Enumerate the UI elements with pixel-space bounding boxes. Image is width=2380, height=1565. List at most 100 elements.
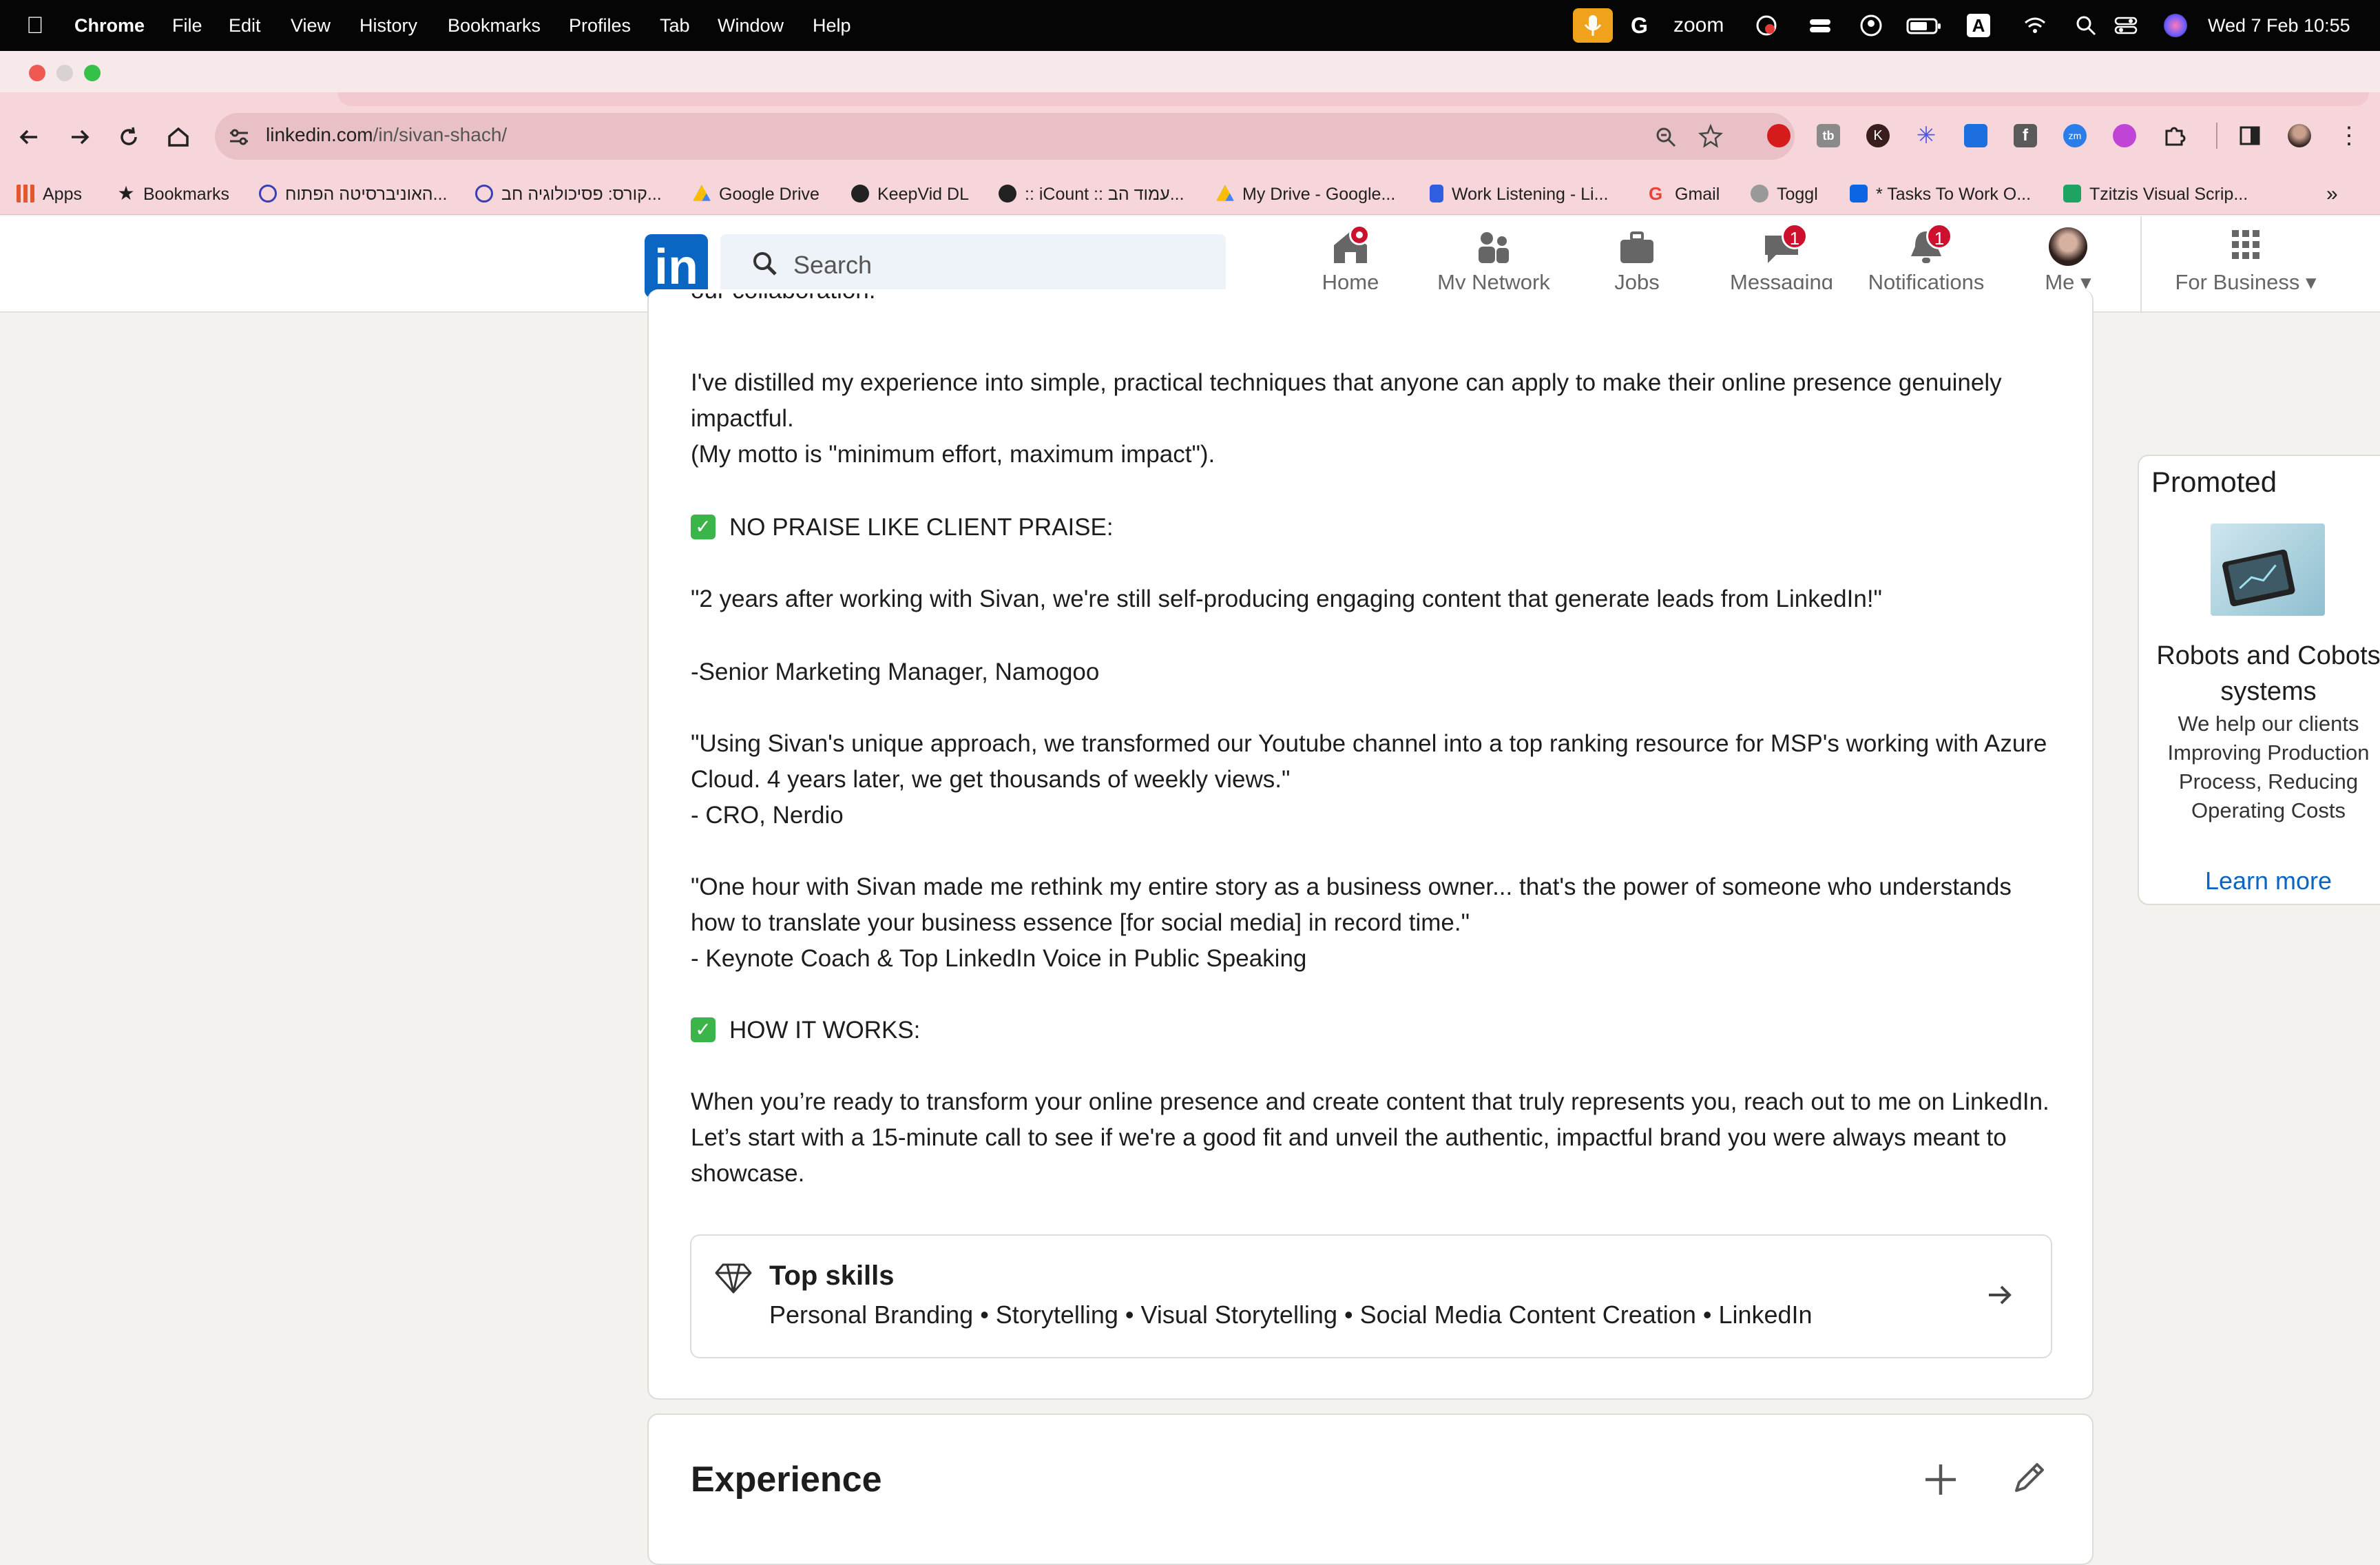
globe-icon [999, 185, 1016, 203]
diamond-icon [715, 1262, 752, 1295]
close-window-button[interactable] [29, 65, 45, 81]
bookmark-toggl[interactable]: Toggl [1751, 174, 1818, 215]
profile-avatar[interactable] [2288, 124, 2311, 147]
menu-edit[interactable]: Edit [229, 0, 261, 51]
menu-clock[interactable]: Wed 7 Feb 10:55 [2208, 0, 2350, 51]
menu-extra-icon[interactable] [1808, 14, 1832, 37]
heading-text: NO PRAISE LIKE CLIENT PRAISE: [729, 514, 1114, 541]
nav-divider [2140, 216, 2142, 313]
bookmarks-overflow-icon[interactable]: » [2326, 174, 2338, 215]
grammarly-icon[interactable]: G [1631, 14, 1654, 37]
menu-tab[interactable]: Tab [660, 0, 690, 51]
top-skills-list: Personal Branding • Storytelling • Visua… [769, 1300, 1813, 1329]
zoom-status-label[interactable]: zoom [1673, 0, 1724, 51]
bookmark-label: Bookmarks [143, 185, 230, 204]
zoom-extension-icon[interactable]: zm [2063, 124, 2087, 147]
nav-home[interactable]: Home [1278, 225, 1423, 295]
bookmark-label: Toggl [1777, 185, 1818, 204]
learn-more-link[interactable]: Learn more [2151, 867, 2380, 895]
bookmark-keepvid[interactable]: KeepVid DL [851, 174, 969, 215]
home-icon[interactable] [164, 123, 193, 152]
tb-extension-icon[interactable]: tb [1817, 124, 1840, 147]
bookmark-my-drive[interactable]: My Drive - Google... [1216, 174, 1395, 215]
top-skills-box[interactable] [690, 1234, 2052, 1358]
k-extension-icon[interactable]: K [1866, 124, 1890, 147]
nav-jobs[interactable]: Jobs [1565, 227, 1709, 295]
bookmark-bookmarks[interactable]: ★ Bookmarks [117, 174, 229, 215]
ad-title[interactable]: Robots and Cobots systems [2151, 638, 2380, 709]
battery-icon[interactable] [1906, 14, 1942, 37]
spotlight-search-icon[interactable] [2074, 14, 2098, 37]
menu-profiles[interactable]: Profiles [569, 0, 631, 51]
site-settings-icon[interactable] [227, 125, 251, 149]
nav-for-business[interactable]: For Business ▾ [2153, 227, 2339, 295]
extensions-puzzle-icon[interactable] [2162, 124, 2186, 147]
add-experience-button[interactable] [1921, 1460, 1960, 1499]
drive-icon [1216, 185, 1234, 201]
star-icon: ★ [117, 183, 135, 205]
back-icon[interactable] [15, 123, 44, 152]
microphone-icon[interactable] [1573, 8, 1613, 43]
menu-bookmarks[interactable]: Bookmarks [448, 0, 541, 51]
bookmark-star-icon[interactable] [1698, 123, 1724, 149]
chrome-menu-icon[interactable]: ⋮ [2337, 124, 2361, 147]
bookmark-openu-1[interactable]: האוניברסיטה הפתוח... [259, 174, 447, 215]
people-icon [1472, 227, 1516, 266]
menu-window[interactable]: Window [718, 0, 784, 51]
wifi-icon[interactable] [2023, 14, 2047, 37]
user-account-icon[interactable] [1859, 14, 1883, 37]
siri-icon[interactable] [2164, 14, 2187, 37]
menu-file[interactable]: File [172, 0, 202, 51]
screen-mirroring-icon[interactable] [1755, 14, 1778, 37]
home-icon [1328, 225, 1372, 266]
nav-my-network[interactable]: My Network [1421, 227, 1566, 295]
sparkle-extension-icon[interactable]: ✳ [1914, 124, 1938, 147]
reload-icon[interactable] [114, 123, 143, 152]
about-motto: (My motto is "minimum effort, maximum im… [691, 441, 1215, 468]
about-heading-praise: ✓ NO PRAISE LIKE CLIENT PRAISE: [691, 510, 2061, 546]
minimize-window-button[interactable] [56, 65, 73, 81]
url-text[interactable]: linkedin.com/in/sivan-shach/ [266, 124, 507, 146]
menu-app-name[interactable]: Chrome [74, 0, 145, 51]
bookmark-apps[interactable]: Apps [17, 174, 82, 215]
video-extension-icon[interactable] [1964, 124, 1987, 147]
fullscreen-window-button[interactable] [84, 65, 101, 81]
bookmark-label: Work Listening - Li... [1452, 185, 1609, 204]
about-cut-line: our collaboration. [691, 293, 2061, 310]
bookmark-gmail[interactable]: G Gmail [1649, 174, 1720, 215]
zoom-magnifier-icon[interactable] [1654, 125, 1678, 149]
nav-me[interactable]: Me ▾ [2003, 227, 2133, 295]
arrow-right-icon[interactable] [1983, 1278, 2016, 1312]
bookmark-openu-2[interactable]: קורס: פסיכולוגיה חב... [475, 174, 662, 215]
bookmark-icount[interactable]: :: iCount :: עמוד הב... [999, 174, 1184, 215]
edit-experience-button[interactable] [2010, 1459, 2048, 1497]
menu-history[interactable]: History [359, 0, 417, 51]
nav-messaging[interactable]: 1 Messaging [1709, 223, 1854, 295]
apple-icon[interactable]:  [26, 0, 44, 51]
opera-extension-icon[interactable] [1767, 124, 1791, 147]
ad-description: We help our clients Improving Production… [2167, 712, 2370, 822]
chevron-down-icon: ▾ [2305, 270, 2317, 294]
menu-view[interactable]: View [291, 0, 331, 51]
facebook-extension-icon[interactable]: f [2014, 124, 2037, 147]
linkedin-logo[interactable]: in [645, 234, 708, 298]
bookmark-tzitzis[interactable]: Tzitzis Visual Scrip... [2063, 174, 2248, 215]
bookmark-work-listening[interactable]: Work Listening - Li... [1430, 174, 1608, 215]
control-center-icon[interactable] [2114, 14, 2138, 37]
notification-dot [1349, 225, 1370, 245]
side-panel-icon[interactable] [2238, 124, 2262, 147]
nav-notifications[interactable]: 1 Notifications [1854, 223, 1998, 295]
forward-icon[interactable] [65, 123, 94, 152]
bookmark-label: My Drive - Google... [1242, 185, 1396, 204]
toggl-icon [1751, 185, 1768, 203]
testimonial-2: "Using Sivan's unique approach, we trans… [691, 730, 2047, 793]
bookmark-trello[interactable]: * Tasks To Work O... [1850, 174, 2031, 215]
input-source-indicator[interactable]: A [1967, 14, 1990, 37]
search-icon [751, 249, 780, 278]
bookmark-google-drive[interactable]: Google Drive [693, 174, 820, 215]
menu-help[interactable]: Help [813, 0, 851, 51]
heading-text: HOW IT WORKS: [729, 1017, 921, 1044]
ad-image[interactable] [2211, 524, 2325, 616]
testimonial-1: "2 years after working with Sivan, we're… [691, 585, 1882, 612]
purple-extension-icon[interactable] [2113, 124, 2136, 147]
